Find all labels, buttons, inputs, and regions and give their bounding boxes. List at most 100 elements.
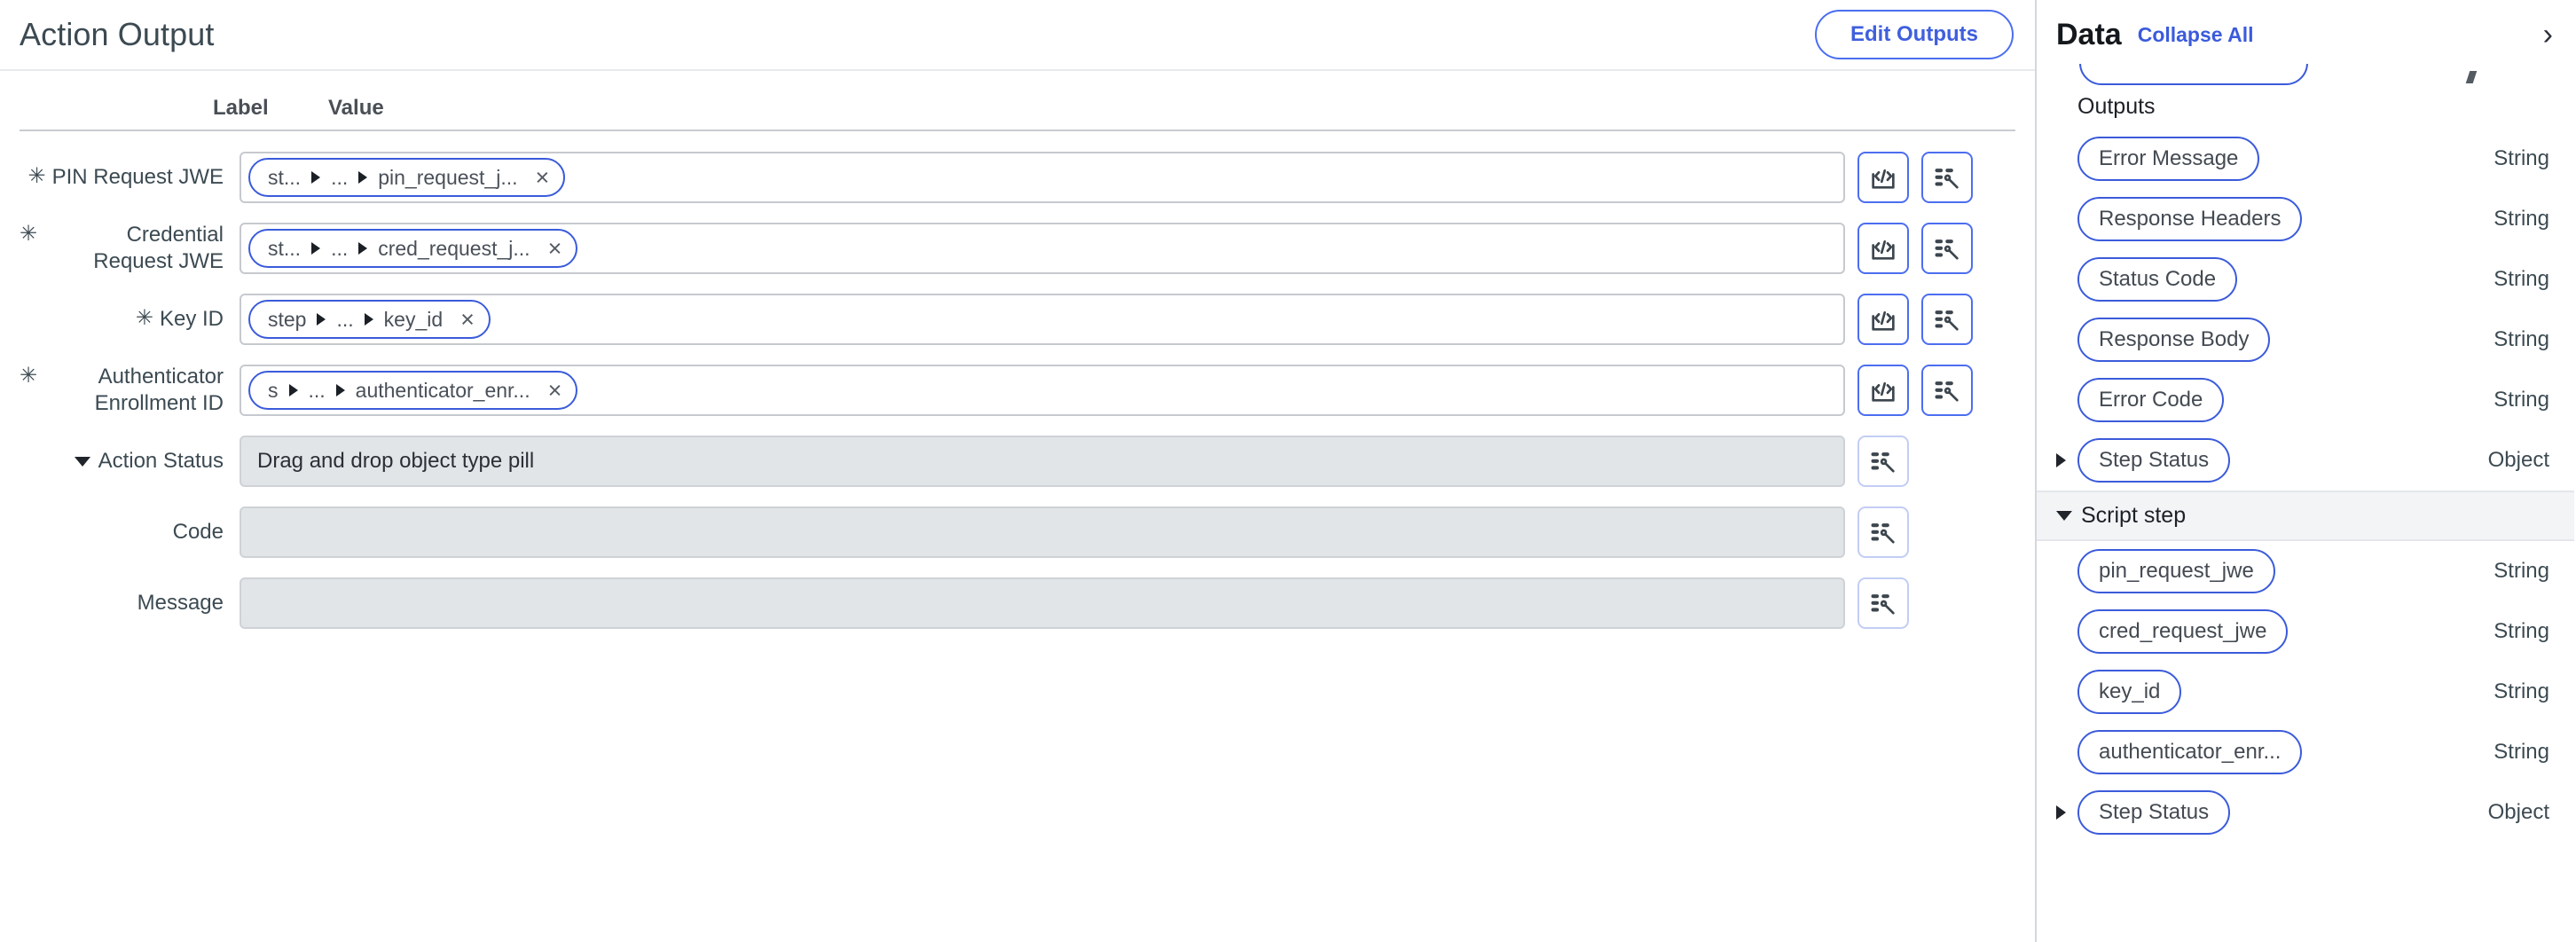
data-item-row: Step Status Object <box>2037 430 2574 491</box>
data-pill[interactable]: Step Status <box>2077 438 2231 483</box>
data-pill[interactable]: key_id <box>2077 670 2182 714</box>
expression-editor-button[interactable] <box>1857 223 1909 274</box>
field-label-text: Key ID <box>159 307 224 331</box>
data-pill[interactable]: Response Body <box>2077 318 2271 362</box>
chevron-right-icon <box>335 384 345 396</box>
remove-pill-icon[interactable]: × <box>459 307 476 332</box>
data-item-row: Response Body String <box>2037 310 2574 370</box>
data-picker-button[interactable] <box>1857 506 1909 558</box>
data-type-label: String <box>2494 679 2549 703</box>
code-icon <box>1868 375 1898 405</box>
data-picker-button[interactable] <box>1857 436 1909 487</box>
code-icon <box>1868 162 1898 192</box>
value-dropzone[interactable]: st...... pin_request_j... × <box>240 152 1845 203</box>
data-item-row: authenticator_enr... String <box>2037 722 2574 782</box>
data-pill[interactable]: Error Code <box>2077 378 2225 422</box>
pill-segment-last: key_id <box>383 307 444 331</box>
data-panel-body: Outputs Error Message String Response Head… <box>2037 64 2574 843</box>
object-type-pill[interactable]: step... key_id × <box>248 300 491 339</box>
data-pill[interactable]: Error Message <box>2077 137 2260 181</box>
chevron-right-icon <box>288 384 298 396</box>
data-type-label: String <box>2494 327 2549 351</box>
section-header-script-step[interactable]: Script step <box>2037 491 2574 541</box>
data-pill[interactable]: cred_request_jwe <box>2077 609 2289 654</box>
data-item-row: pin_request_jwe String <box>2037 541 2574 601</box>
value-dropzone[interactable]: st...... cred_request_j... × <box>240 223 1845 274</box>
wand-list-icon <box>1932 162 1962 192</box>
data-panel-header: Data Collapse All › <box>2037 0 2574 64</box>
collapse-all-link[interactable]: Collapse All <box>2138 23 2254 47</box>
required-asterisk-icon: ✳ <box>135 306 153 330</box>
expand-toggle-slot[interactable] <box>2056 453 2077 467</box>
expression-editor-button[interactable] <box>1857 365 1909 416</box>
data-type-label: Object <box>2487 800 2549 824</box>
code-icon <box>1868 304 1898 334</box>
data-panel: Data Collapse All › Outputs Error Messag… <box>2037 0 2574 942</box>
pill-segment-first: s <box>268 378 279 402</box>
chevron-right-icon <box>317 313 326 326</box>
expression-editor-button[interactable] <box>1857 152 1909 203</box>
field-label-text: PIN Request JWE <box>51 165 224 189</box>
expression-editor-button[interactable] <box>1857 294 1909 345</box>
scrolled-partial-pill[interactable] <box>2037 64 2574 87</box>
chevron-right-icon <box>358 242 368 255</box>
remove-pill-icon[interactable]: × <box>546 236 564 261</box>
remove-pill-icon[interactable]: × <box>546 378 564 403</box>
data-pill[interactable]: Step Status <box>2077 790 2231 835</box>
data-picker-button[interactable] <box>1921 152 1973 203</box>
object-type-pill[interactable]: st...... cred_request_j... × <box>248 229 578 268</box>
column-headers: Label Value <box>20 71 2015 131</box>
remove-pill-icon[interactable]: × <box>534 165 552 190</box>
data-picker-button[interactable] <box>1921 294 1973 345</box>
output-field-row: ✳ Key ID step... key_id × <box>0 284 2035 355</box>
data-type-label: String <box>2494 146 2549 170</box>
triangle-right-icon[interactable] <box>2056 805 2066 820</box>
object-type-pill[interactable]: st...... pin_request_j... × <box>248 158 566 197</box>
data-pill[interactable]: pin_request_jwe <box>2077 549 2275 593</box>
pill-segment-middle: ... <box>308 378 326 402</box>
field-label: Code <box>20 519 240 546</box>
script-step-list: pin_request_jwe String cred_request_jwe Str… <box>2037 541 2574 843</box>
wand-list-icon <box>1932 375 1962 405</box>
data-pill[interactable]: authenticator_enr... <box>2077 730 2303 774</box>
pill-segment-middle: ... <box>331 165 349 189</box>
data-picker-button[interactable] <box>1857 577 1909 629</box>
data-type-label: String <box>2494 559 2549 583</box>
code-icon <box>1868 233 1898 263</box>
caret-down-icon[interactable] <box>74 456 90 467</box>
data-picker-button[interactable] <box>1921 223 1973 274</box>
required-asterisk-icon: ✳ <box>20 222 38 246</box>
partial-pill-shape <box>2079 64 2308 85</box>
outputs-list: Error Message String Response Headers Strin… <box>2037 129 2574 491</box>
readonly-value-field <box>240 577 1845 629</box>
data-item-row: cred_request_jwe String <box>2037 601 2574 662</box>
output-field-row: Message <box>0 568 2035 639</box>
pill-segment-middle: ... <box>331 236 349 260</box>
chevron-right-icon <box>364 313 373 326</box>
field-label-text: Message <box>137 591 224 615</box>
chevron-right-icon[interactable]: › <box>2543 20 2555 50</box>
data-picker-button[interactable] <box>1921 365 1973 416</box>
object-type-pill[interactable]: s... authenticator_enr... × <box>248 371 578 410</box>
data-item-row: Error Message String <box>2037 129 2574 189</box>
data-type-label: String <box>2494 267 2549 291</box>
value-dropzone[interactable]: step... key_id × <box>240 294 1845 345</box>
field-label: ✳ Authenticator Enrollment ID <box>20 364 240 417</box>
value-dropzone[interactable]: s... authenticator_enr... × <box>240 365 1845 416</box>
pill-segment-last: cred_request_j... <box>378 236 530 260</box>
column-header-label: Label <box>213 96 269 120</box>
field-label-text: Authenticator Enrollment ID <box>94 365 224 415</box>
readonly-value-field <box>240 506 1845 558</box>
edit-outputs-button[interactable]: Edit Outputs <box>1815 10 2014 59</box>
data-type-label: String <box>2494 619 2549 643</box>
data-pill[interactable]: Response Headers <box>2077 197 2303 241</box>
data-pill[interactable]: Status Code <box>2077 257 2238 302</box>
expand-toggle-slot[interactable] <box>2056 805 2077 820</box>
panel-header: Action Output Edit Outputs <box>0 0 2035 71</box>
data-item-row: Step Status Object <box>2037 782 2574 843</box>
output-field-row: ✳ Credential Request JWE st...... cred_requ… <box>0 213 2035 284</box>
app-root: Action Output Edit Outputs Label Value ✳… <box>0 0 2576 942</box>
output-field-row: Code <box>0 497 2035 568</box>
wand-list-icon <box>1868 446 1898 476</box>
triangle-right-icon[interactable] <box>2056 453 2066 467</box>
